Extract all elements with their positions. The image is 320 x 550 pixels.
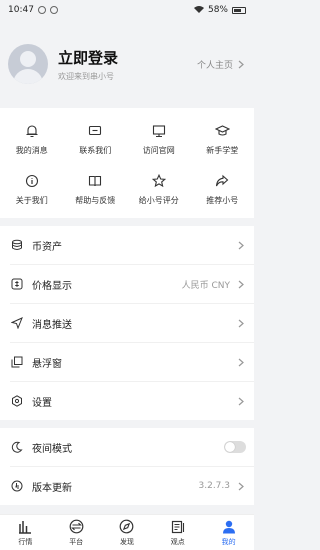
chevron-right-icon <box>236 357 246 367</box>
version-number: 3.2.7.3 <box>198 481 231 491</box>
compass-icon <box>119 519 135 535</box>
list-item-price-display[interactable]: 价格显示 人民币 CNY <box>0 265 254 303</box>
chevron-right-icon <box>236 59 246 69</box>
grid-item-website[interactable]: 访问官网 <box>127 114 191 164</box>
nav-platform[interactable]: 平台 <box>51 515 102 550</box>
user-icon <box>221 519 237 535</box>
homepage-link[interactable]: 个人主页 <box>197 58 246 71</box>
battery-percent: 58% <box>207 5 228 15</box>
homepage-label: 个人主页 <box>196 60 233 71</box>
grid-item-messages[interactable]: 我的消息 <box>0 114 64 164</box>
grid-item-contact[interactable]: 联系我们 <box>64 114 128 164</box>
list-item-label: 币资产 <box>32 241 62 253</box>
wifi-icon <box>193 5 204 16</box>
grid-label: 新手学堂 <box>206 146 239 155</box>
list-item-label: 悬浮窗 <box>32 358 62 370</box>
login-title[interactable]: 立即登录 <box>58 47 197 68</box>
status-bar: 10:47 58% <box>0 0 254 20</box>
grid-label: 联系我们 <box>79 146 112 155</box>
grid-label: 帮助与反馈 <box>75 196 116 205</box>
bottom-nav: 行情 平台 发现 观点 我的 <box>0 514 254 550</box>
grid-item-rate[interactable]: 给小号评分 <box>127 164 191 214</box>
book-icon <box>86 172 104 190</box>
chevron-right-icon <box>236 240 246 250</box>
send-icon <box>10 316 24 330</box>
message-icon <box>86 122 104 140</box>
night-mode-label: 夜间模式 <box>32 443 72 455</box>
nav-market[interactable]: 行情 <box>0 515 51 550</box>
share-icon <box>213 172 231 190</box>
update-icon <box>10 479 24 493</box>
grid-label: 给小号评分 <box>138 196 179 205</box>
list-item-version-update[interactable]: 版本更新 3.2.7.3 <box>0 467 254 505</box>
grid-label: 我的消息 <box>15 146 48 155</box>
graduation-cap-icon <box>213 122 231 140</box>
list-item-floating-window[interactable]: 悬浮窗 <box>0 343 254 381</box>
chevron-right-icon <box>236 318 246 328</box>
night-mode-toggle[interactable] <box>224 441 246 453</box>
list-item-push-notifications[interactable]: 消息推送 <box>0 304 254 342</box>
grid-label: 关于我们 <box>15 196 48 205</box>
monitor-icon <box>150 122 168 140</box>
nav-discover[interactable]: 发现 <box>102 515 153 550</box>
login-subtitle: 欢迎来到串小号 <box>58 71 114 81</box>
shortcut-grid: 我的消息 联系我们 访问官网 新手学堂 关于我们 帮助与反馈 给小号评分 推荐小… <box>0 108 254 218</box>
nav-opinions[interactable]: 观点 <box>152 515 203 550</box>
list-item-label: 价格显示 <box>32 280 72 292</box>
grid-label: 推荐小号 <box>206 196 239 205</box>
list-item-settings[interactable]: 设置 <box>0 382 254 420</box>
bars-icon <box>17 519 33 535</box>
nav-mine[interactable]: 我的 <box>203 515 254 550</box>
price-icon <box>10 277 24 291</box>
article-icon <box>170 519 186 535</box>
profile-header[interactable]: 立即登录 欢迎来到串小号 个人主页 <box>0 20 254 108</box>
grid-item-recommend[interactable]: 推荐小号 <box>191 164 255 214</box>
status-time: 10:47 <box>8 5 34 15</box>
star-icon <box>150 172 168 190</box>
chevron-right-icon <box>236 396 246 406</box>
nav-label: 观点 <box>170 537 185 546</box>
chevron-right-icon <box>236 481 246 491</box>
list-item-night-mode: 夜间模式 <box>0 428 254 466</box>
settings-icon <box>10 394 24 408</box>
grid-item-help[interactable]: 帮助与反馈 <box>64 164 128 214</box>
moon-icon <box>10 440 24 454</box>
list-item-label: 消息推送 <box>32 319 72 331</box>
currency-value: 人民币 CNY <box>181 280 230 291</box>
platform-icon <box>68 519 84 535</box>
grid-item-tutorial[interactable]: 新手学堂 <box>191 114 255 164</box>
grid-label: 访问官网 <box>142 146 175 155</box>
chevron-right-icon <box>236 279 246 289</box>
version-label: 版本更新 <box>32 482 72 494</box>
coins-icon <box>10 238 24 252</box>
avatar[interactable] <box>8 44 48 84</box>
info-icon <box>23 172 41 190</box>
app-options: 夜间模式 版本更新 3.2.7.3 <box>0 428 254 505</box>
settings-list: 币资产 价格显示 人民币 CNY 消息推送 悬浮窗 设置 <box>0 226 254 420</box>
battery-icon <box>232 6 246 14</box>
nav-label: 发现 <box>119 537 134 546</box>
nav-label: 平台 <box>69 537 84 546</box>
app-notification-icon <box>49 6 58 14</box>
window-icon <box>10 355 24 369</box>
bell-icon <box>23 122 41 140</box>
nav-label: 我的 <box>221 537 236 546</box>
notification-icon <box>37 6 46 14</box>
list-item-coin-assets[interactable]: 币资产 <box>0 226 254 264</box>
grid-item-about[interactable]: 关于我们 <box>0 164 64 214</box>
nav-label: 行情 <box>18 537 33 546</box>
list-item-label: 设置 <box>32 397 52 409</box>
